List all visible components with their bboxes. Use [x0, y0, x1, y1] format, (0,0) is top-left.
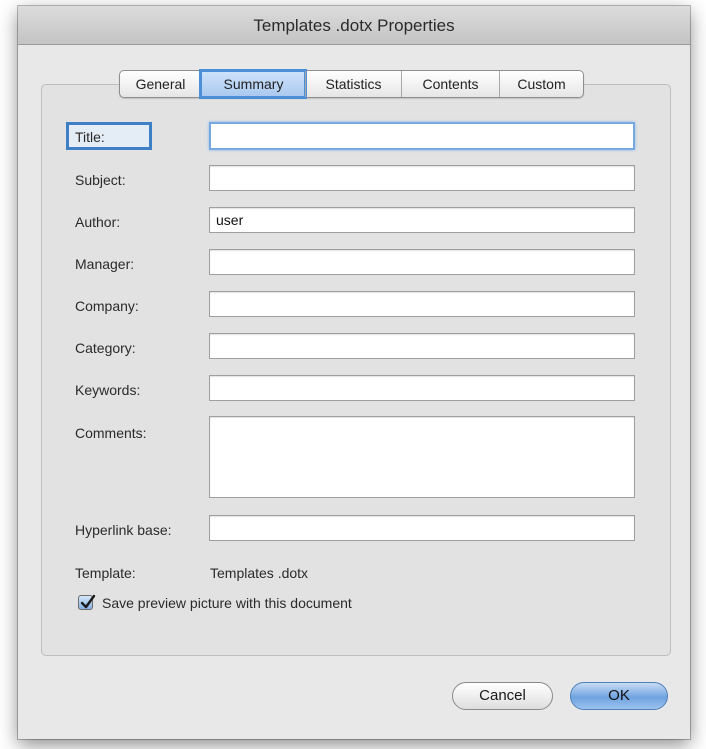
template-value: Templates .dotx	[210, 565, 309, 581]
properties-dialog: Templates .dotx Properties General Summa…	[18, 6, 690, 739]
title-field[interactable]	[209, 122, 635, 150]
keywords-label: Keywords:	[75, 382, 141, 398]
tab-summary[interactable]: Summary	[199, 69, 307, 99]
comments-label: Comments:	[75, 425, 147, 441]
category-label: Category:	[75, 340, 136, 356]
template-label: Template:	[75, 565, 136, 581]
tab-bar: General Summary Statistics Contents Cust…	[119, 69, 584, 99]
company-label: Company:	[75, 298, 139, 314]
comments-field[interactable]	[209, 416, 635, 498]
tab-statistics[interactable]: Statistics	[305, 71, 401, 97]
hyperlink-base-label: Hyperlink base:	[75, 522, 172, 538]
manager-field[interactable]	[209, 249, 635, 275]
tab-general[interactable]: General	[120, 71, 201, 97]
manager-label: Manager:	[75, 256, 135, 272]
subject-field[interactable]	[209, 165, 635, 191]
checkmark-icon	[80, 594, 96, 609]
author-field[interactable]: user	[209, 207, 635, 233]
tab-custom[interactable]: Custom	[499, 71, 583, 97]
window-title: Templates .dotx Properties	[18, 6, 690, 45]
keywords-field[interactable]	[209, 375, 635, 401]
author-label: Author:	[75, 214, 121, 230]
title-label: Title:	[75, 129, 105, 145]
company-field[interactable]	[209, 291, 635, 317]
category-field[interactable]	[209, 333, 635, 359]
save-preview-checkbox[interactable]	[78, 594, 96, 610]
save-preview-label[interactable]: Save preview picture with this document	[102, 594, 352, 612]
hyperlink-base-field[interactable]	[209, 515, 635, 541]
subject-label: Subject:	[75, 172, 126, 188]
cancel-button[interactable]: Cancel	[452, 682, 553, 710]
tab-contents[interactable]: Contents	[401, 71, 499, 97]
ok-button[interactable]: OK	[570, 682, 668, 710]
